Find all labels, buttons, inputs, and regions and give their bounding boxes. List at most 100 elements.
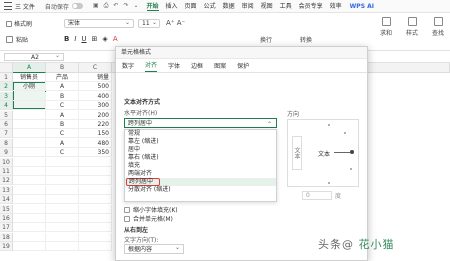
- menu-item[interactable]: 插入: [166, 1, 178, 11]
- table-cell[interactable]: A: [46, 82, 79, 92]
- table-cell[interactable]: [13, 91, 46, 101]
- table-cell[interactable]: 220: [79, 120, 112, 129]
- shrink-to-fit-checkbox[interactable]: 缩小字体填充(K): [124, 205, 178, 214]
- table-cell[interactable]: [46, 157, 79, 167]
- table-cell[interactable]: [46, 176, 79, 186]
- row-header[interactable]: 15: [0, 204, 13, 214]
- table-cell[interactable]: 350: [79, 148, 112, 158]
- row-header[interactable]: 18: [0, 232, 13, 242]
- table-cell[interactable]: [46, 195, 79, 205]
- table-cell[interactable]: [13, 204, 46, 214]
- bold-button[interactable]: B: [64, 35, 69, 43]
- table-cell[interactable]: [46, 232, 79, 242]
- dropdown-option[interactable]: 靠左 (缩进): [125, 138, 276, 146]
- undo-icon[interactable]: ↶: [113, 2, 118, 10]
- save-icon[interactable]: ▣: [93, 2, 99, 10]
- format-painter-button[interactable]: 格式刷: [6, 19, 32, 28]
- table-cell[interactable]: 480: [79, 138, 112, 148]
- table-cell[interactable]: [13, 223, 46, 233]
- column-header[interactable]: C: [79, 63, 112, 73]
- name-box[interactable]: A2: [4, 52, 64, 61]
- font-size-select[interactable]: 11: [138, 19, 160, 28]
- autosave-toggle[interactable]: [71, 3, 83, 9]
- menu-icon[interactable]: [4, 2, 12, 10]
- row-header[interactable]: 8: [0, 138, 13, 148]
- table-cell[interactable]: [46, 214, 79, 223]
- table-cell[interactable]: 300: [79, 101, 112, 111]
- table-cell[interactable]: B: [46, 91, 79, 101]
- orientation-handle[interactable]: [350, 150, 354, 154]
- table-cell[interactable]: [13, 101, 46, 111]
- dropdown-option[interactable]: 填充: [125, 162, 276, 170]
- dialog-tab[interactable]: 字体: [168, 61, 180, 70]
- dropdown-option[interactable]: 靠右 (缩进): [125, 154, 276, 162]
- redo-icon[interactable]: ↷: [123, 2, 128, 10]
- table-cell[interactable]: [13, 195, 46, 205]
- row-header[interactable]: 9: [0, 148, 13, 158]
- border-icon[interactable]: ⊞: [92, 35, 98, 43]
- file-menu[interactable]: 三 文件: [15, 2, 35, 11]
- text-direction-select[interactable]: 根据内容: [124, 243, 184, 254]
- menu-item[interactable]: 页面: [185, 1, 197, 11]
- table-cell[interactable]: C: [46, 148, 79, 158]
- row-header[interactable]: 1: [0, 73, 13, 82]
- table-cell[interactable]: A: [46, 138, 79, 148]
- menu-item[interactable]: 会员专享: [299, 1, 323, 11]
- row-header[interactable]: 11: [0, 167, 13, 176]
- column-header[interactable]: A: [13, 63, 46, 73]
- dropdown-option[interactable]: 跨列居中: [125, 178, 276, 186]
- row-header[interactable]: 13: [0, 185, 13, 195]
- table-cell[interactable]: C: [46, 101, 79, 111]
- table-cell[interactable]: [46, 242, 79, 252]
- table-cell[interactable]: [13, 157, 46, 167]
- orientation-dial[interactable]: 文本 文本: [287, 119, 359, 187]
- ribbon-group-button[interactable]: 求和: [380, 17, 392, 37]
- ribbon-group-button[interactable]: 查找: [432, 17, 444, 37]
- paste-button[interactable]: 粘贴: [6, 35, 28, 44]
- table-cell[interactable]: [46, 185, 79, 195]
- ribbon-group-button[interactable]: 样式: [406, 17, 418, 37]
- table-cell[interactable]: [46, 167, 79, 176]
- fill-color-icon[interactable]: ◈: [102, 35, 107, 43]
- table-cell[interactable]: [79, 157, 112, 167]
- column-header[interactable]: B: [46, 63, 79, 73]
- row-header[interactable]: 14: [0, 195, 13, 205]
- table-cell[interactable]: 销售员: [13, 73, 46, 82]
- table-cell[interactable]: [13, 242, 46, 252]
- menu-item[interactable]: 开始: [146, 1, 159, 11]
- vertical-text-option[interactable]: 文本: [292, 136, 302, 170]
- table-cell[interactable]: [79, 242, 112, 252]
- table-cell[interactable]: A: [46, 110, 79, 120]
- dialog-tab[interactable]: 数字: [122, 61, 134, 70]
- table-cell[interactable]: 小刚: [13, 82, 46, 92]
- table-cell[interactable]: [13, 110, 46, 120]
- dialog-tab[interactable]: 保护: [237, 61, 249, 70]
- h-align-select[interactable]: 跨列居中: [124, 118, 277, 129]
- table-cell[interactable]: 200: [79, 110, 112, 120]
- table-cell[interactable]: [13, 120, 46, 129]
- table-cell[interactable]: 销量: [79, 73, 112, 82]
- row-header[interactable]: 3: [0, 91, 13, 101]
- table-cell[interactable]: [79, 204, 112, 214]
- row-header[interactable]: 12: [0, 176, 13, 186]
- menu-item[interactable]: 效率: [330, 1, 342, 11]
- row-header[interactable]: 19: [0, 242, 13, 252]
- italic-button[interactable]: I: [74, 35, 76, 43]
- row-header[interactable]: 4: [0, 101, 13, 111]
- table-cell[interactable]: 500: [79, 82, 112, 92]
- table-cell[interactable]: 400: [79, 91, 112, 101]
- dropdown-option[interactable]: 两端对齐: [125, 170, 276, 178]
- table-cell[interactable]: [79, 214, 112, 223]
- table-cell[interactable]: [13, 214, 46, 223]
- select-all-corner[interactable]: [0, 63, 13, 73]
- menu-item[interactable]: 数据: [223, 1, 235, 11]
- dialog-tab[interactable]: 边框: [191, 61, 203, 70]
- table-cell[interactable]: [46, 204, 79, 214]
- row-header[interactable]: 16: [0, 214, 13, 223]
- table-cell[interactable]: [13, 232, 46, 242]
- menu-item[interactable]: 工具: [280, 1, 292, 11]
- menu-item[interactable]: 公式: [204, 1, 216, 11]
- dialog-tab[interactable]: 图案: [214, 61, 226, 70]
- underline-button[interactable]: U: [81, 35, 86, 43]
- table-cell[interactable]: [13, 138, 46, 148]
